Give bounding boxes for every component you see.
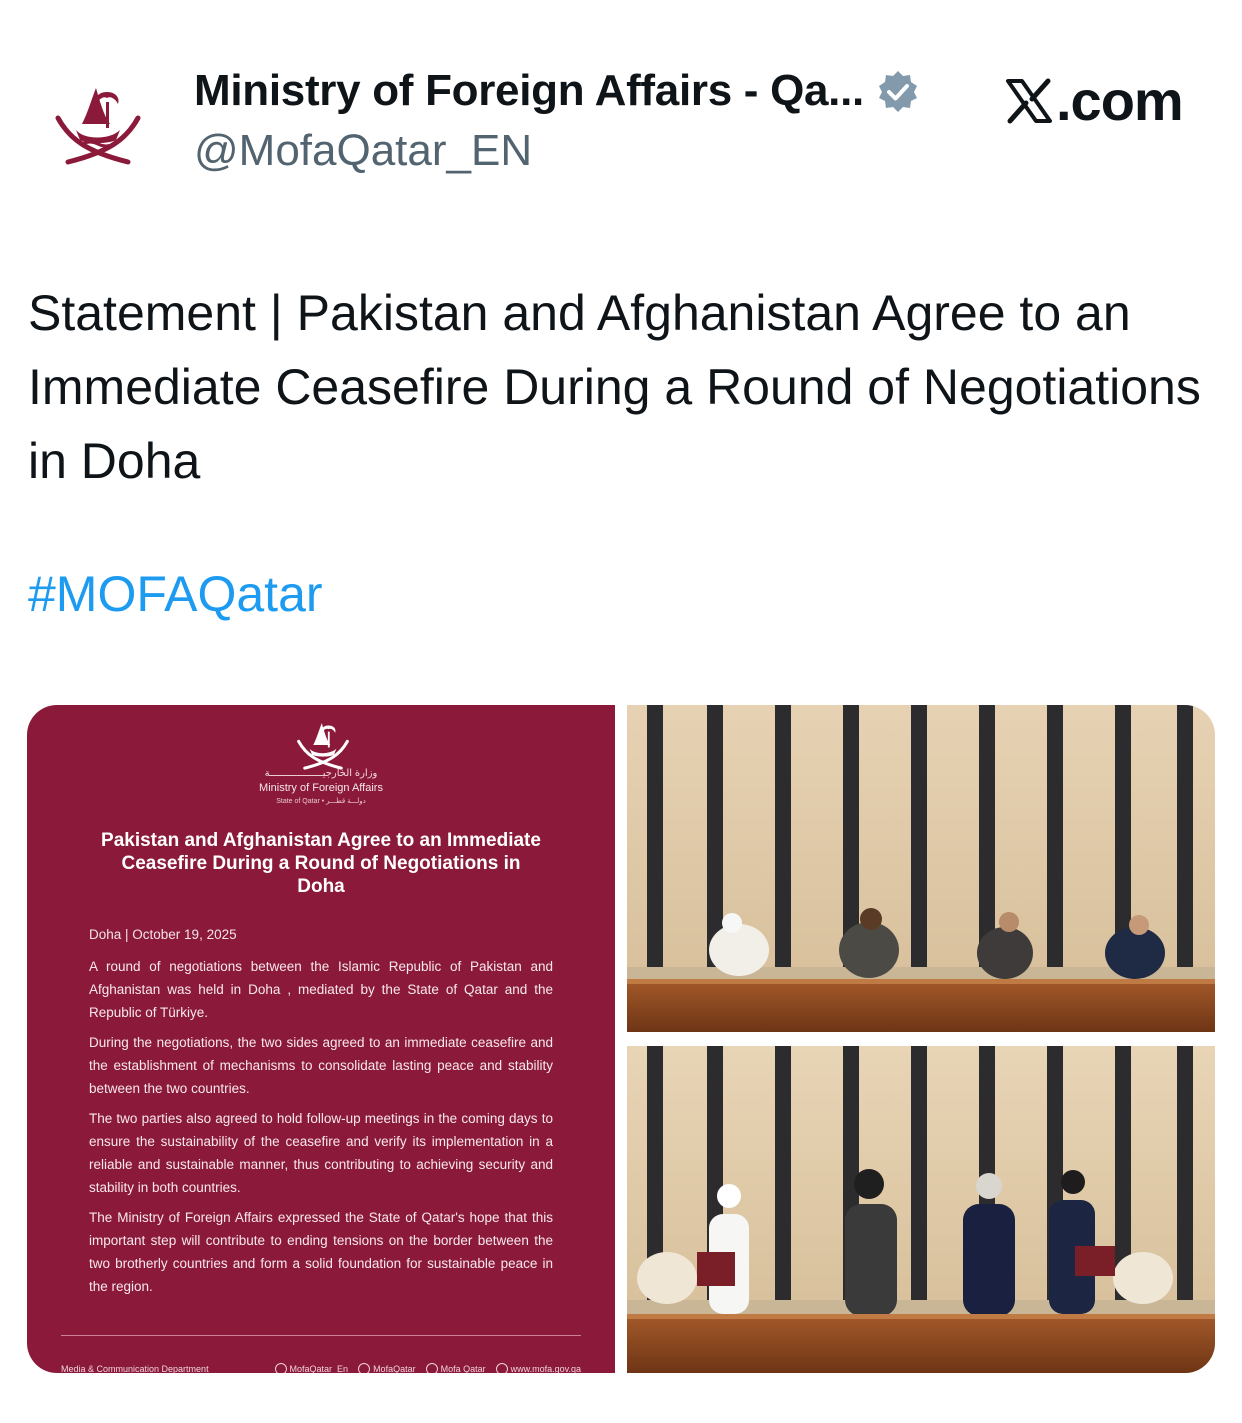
footer-link-website: www.mofa.gov.qa — [495, 1363, 581, 1373]
footer-link-label: MofaQatar — [373, 1364, 416, 1373]
signing-photo-1[interactable] — [627, 705, 1215, 1032]
account-handle[interactable]: @MofaQatar_EN — [194, 126, 532, 176]
qatar-emblem-icon — [297, 723, 349, 770]
x-social-icon — [274, 1363, 287, 1373]
qatar-emblem-icon[interactable] — [52, 78, 144, 170]
signing-photo-2[interactable] — [627, 1046, 1215, 1373]
ministry-subtitle: State of Qatar • دولـــة قطـــر — [276, 798, 366, 805]
footer-link-label: MofaQatar_En — [289, 1364, 349, 1373]
signing-photo-1-image — [627, 705, 1215, 1032]
footer-link-label: www.mofa.gov.qa — [510, 1364, 581, 1373]
x-com-text: .com — [1056, 69, 1184, 132]
statement-title: Pakistan and Afghanistan Agree to an Imm… — [101, 830, 541, 897]
tweet-media-grid: وزارة الخارجيــــــــــــــــــة Ministr… — [27, 705, 1215, 1373]
footer-department: Media & Communication Department — [61, 1364, 209, 1373]
footer-link-label: Mofa Qatar — [440, 1364, 486, 1373]
x-logo-icon — [1006, 78, 1052, 123]
verified-badge-icon — [878, 71, 917, 112]
footer-divider — [61, 1335, 581, 1336]
globe-icon — [495, 1363, 508, 1373]
statement-paragraph: The Ministry of Foreign Affairs expresse… — [89, 1210, 553, 1294]
statement-paragraph: A round of negotiations between the Isla… — [89, 959, 553, 1020]
tweet-header: Ministry of Foreign Affairs - Qa... @Mof… — [0, 0, 1242, 220]
statement-paragraph: During the negotiations, the two sides a… — [89, 1035, 553, 1096]
ministry-name-arabic: وزارة الخارجيــــــــــــــــــة — [264, 768, 378, 779]
ministry-name-english: Ministry of Foreign Affairs — [259, 782, 383, 794]
display-name[interactable]: Ministry of Foreign Affairs - Qa... — [194, 66, 864, 116]
footer-links: MofaQatar_En MofaQatar Mofa Qatar www.mo… — [274, 1363, 581, 1373]
hashtag-link[interactable]: #MOFAQatar — [28, 565, 323, 623]
statement-body: A round of negotiations between the Isla… — [89, 955, 553, 1305]
footer-link-instagram: MofaQatar — [358, 1363, 416, 1373]
footer-link-x: MofaQatar_En — [274, 1363, 349, 1373]
signing-photo-2-image — [627, 1046, 1215, 1373]
footer-link-youtube: Mofa Qatar — [425, 1363, 486, 1373]
statement-image[interactable]: وزارة الخارجيــــــــــــــــــة Ministr… — [27, 705, 615, 1373]
x-com-label: .com — [1004, 68, 1184, 133]
statement-dateline: Doha | October 19, 2025 — [89, 927, 237, 942]
statement-footer: Media & Communication Department MofaQat… — [61, 1363, 581, 1373]
instagram-icon — [358, 1363, 371, 1373]
statement-paragraph: The two parties also agreed to hold foll… — [89, 1111, 553, 1195]
tweet-text: Statement | Pakistan and Afghanistan Agr… — [28, 285, 1201, 489]
youtube-icon — [425, 1363, 438, 1373]
account-name-row: Ministry of Foreign Affairs - Qa... — [194, 66, 920, 116]
